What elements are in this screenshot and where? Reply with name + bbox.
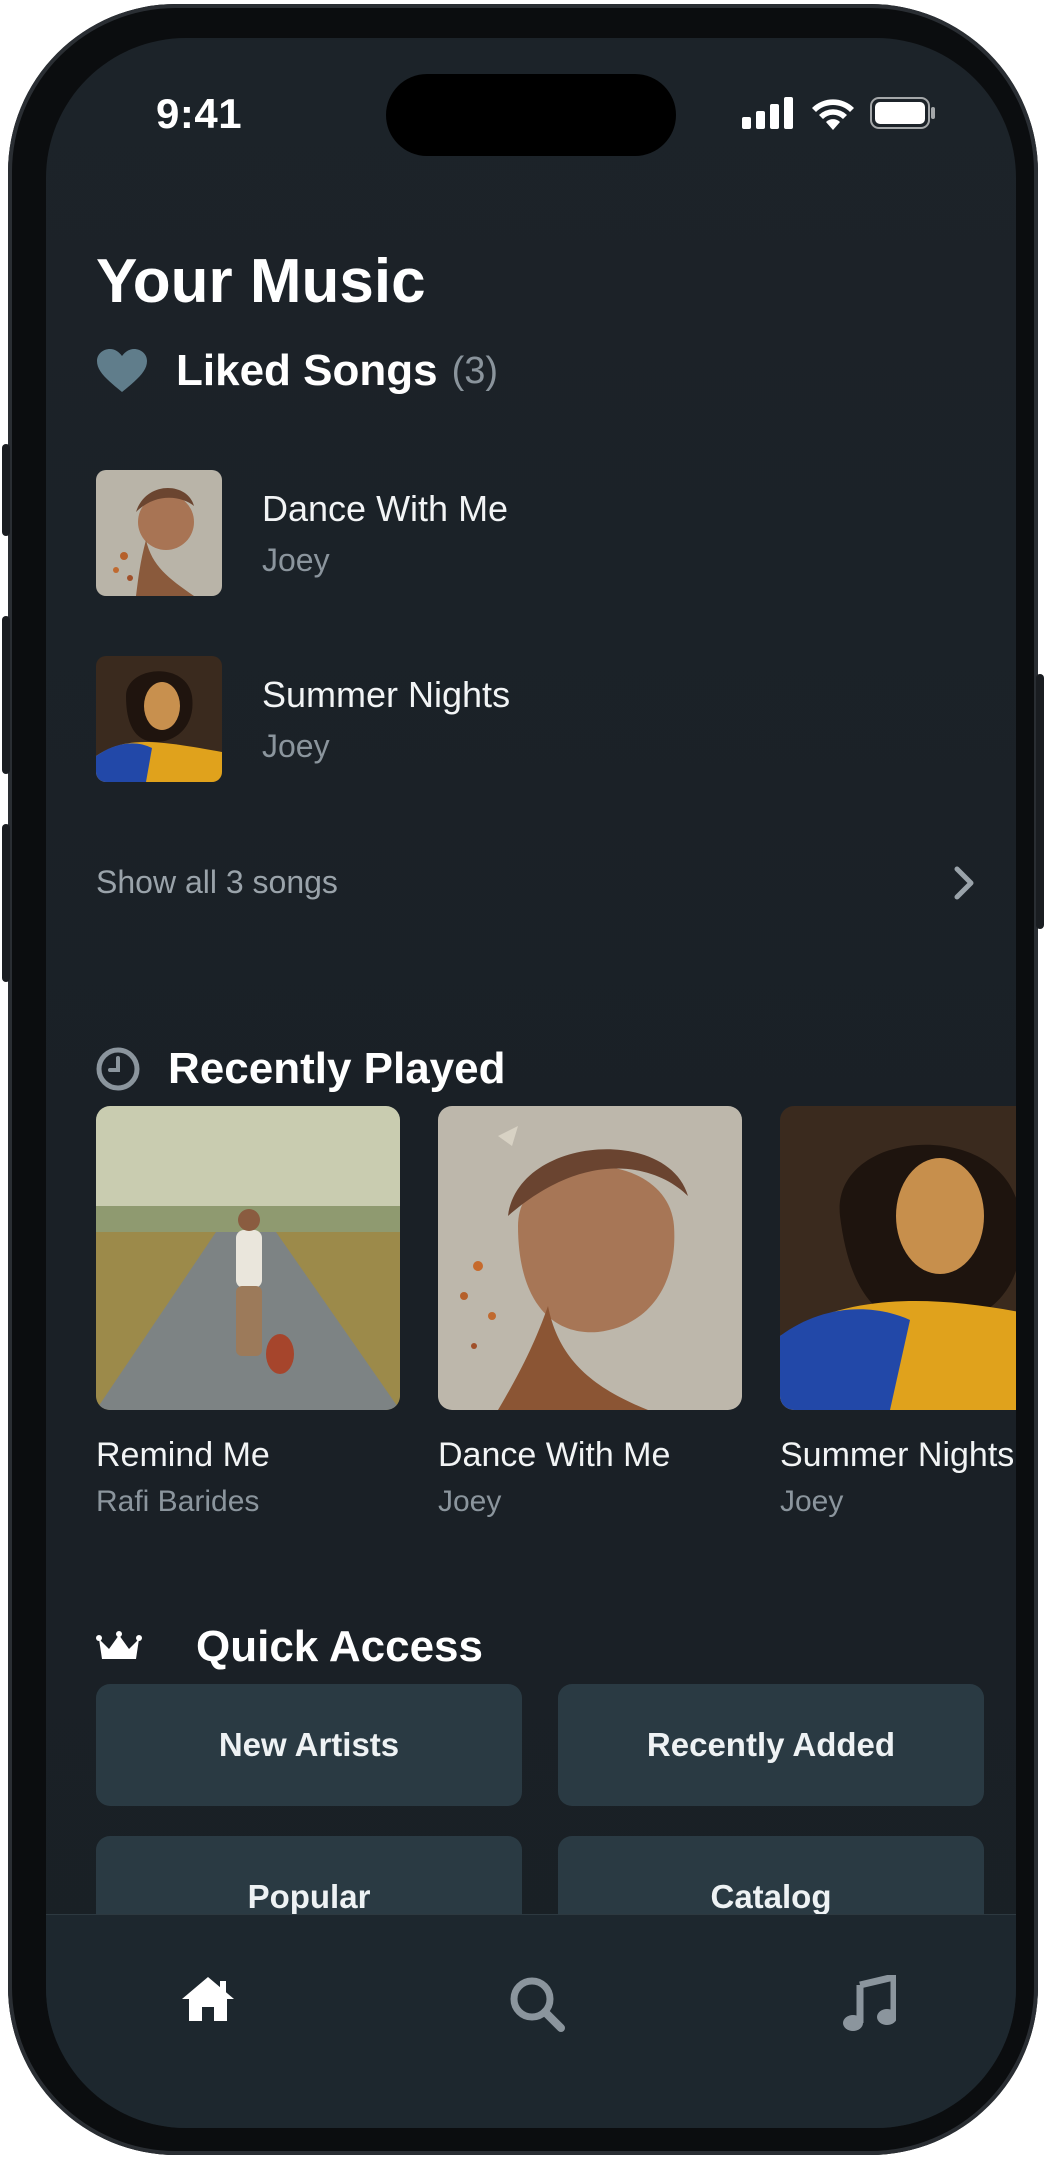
- song-title: Dance With Me: [262, 487, 509, 529]
- tab-bar: [46, 1914, 1016, 2128]
- show-all-label: Show all 3 songs: [96, 864, 338, 900]
- recent-card-title: Remind Me: [96, 1436, 270, 1474]
- status-time: 9:41: [156, 90, 243, 137]
- tab-home[interactable]: [180, 1975, 236, 2028]
- recent-card[interactable]: Summer Nights Joey: [780, 1106, 1016, 1519]
- album-art-summer-nights: [780, 1106, 1016, 1410]
- power-button: [1036, 674, 1044, 929]
- recent-card-artist: Joey: [438, 1485, 502, 1518]
- home-icon: [182, 1977, 234, 2021]
- phone-frame: 9:41 Your Music Liked Songs (3) Dance Wi…: [2, 4, 1044, 2155]
- quick-access-title: Quick Access: [196, 1622, 483, 1671]
- quick-access-header: Quick Access: [96, 1622, 483, 1672]
- music-note-icon: [843, 1973, 898, 2031]
- song-title: Summer Nights: [262, 673, 511, 715]
- page-title: Your Music: [96, 247, 426, 316]
- liked-songs-title: Liked Songs: [176, 346, 438, 395]
- recent-card[interactable]: Remind Me Rafi Barides: [96, 1106, 400, 1519]
- recent-card-title: Summer Nights: [780, 1436, 1015, 1474]
- battery-icon: [870, 97, 935, 129]
- album-art-dance-with-me: [96, 470, 222, 596]
- album-art-summer-nights: [96, 656, 222, 782]
- recent-card-title: Dance With Me: [438, 1436, 671, 1474]
- song-artist: Joey: [262, 727, 330, 764]
- crown-icon: [96, 1631, 142, 1659]
- heart-icon: [97, 349, 147, 392]
- liked-songs-count: (3): [451, 349, 499, 392]
- status-icons: [742, 96, 936, 130]
- clock-icon: [96, 1047, 140, 1091]
- recent-card-artist: Rafi Barides: [96, 1485, 260, 1518]
- liked-songs-header[interactable]: Liked Songs (3): [96, 346, 498, 396]
- signal-icon: [742, 97, 793, 129]
- volume-up-button: [2, 616, 10, 774]
- chevron-right-icon: [954, 866, 974, 899]
- app-screen: 9:41 Your Music Liked Songs (3) Dance Wi…: [46, 38, 1016, 2128]
- tab-search[interactable]: [508, 1975, 566, 2038]
- search-icon: [510, 1977, 565, 2032]
- recently-played-title: Recently Played: [168, 1044, 506, 1093]
- show-all-songs-link[interactable]: Show all 3 songs: [96, 864, 976, 901]
- liked-song-row[interactable]: Dance With Me Joey: [96, 470, 976, 596]
- recently-added-button[interactable]: Recently Added: [558, 1684, 984, 1806]
- song-artist: Joey: [262, 541, 330, 578]
- volume-down-button: [2, 824, 10, 982]
- side-button: [2, 444, 10, 536]
- album-art-dance-with-me: [438, 1106, 742, 1410]
- wifi-icon: [812, 99, 854, 130]
- tab-music[interactable]: [842, 1973, 898, 2038]
- album-art-remind-me: [96, 1106, 400, 1410]
- recent-card-artist: Joey: [780, 1485, 844, 1518]
- recent-card[interactable]: Dance With Me Joey: [438, 1106, 742, 1519]
- dynamic-island: [386, 74, 676, 156]
- new-artists-button[interactable]: New Artists: [96, 1684, 522, 1806]
- recently-played-header: Recently Played: [96, 1044, 506, 1094]
- liked-song-row[interactable]: Summer Nights Joey: [96, 656, 976, 782]
